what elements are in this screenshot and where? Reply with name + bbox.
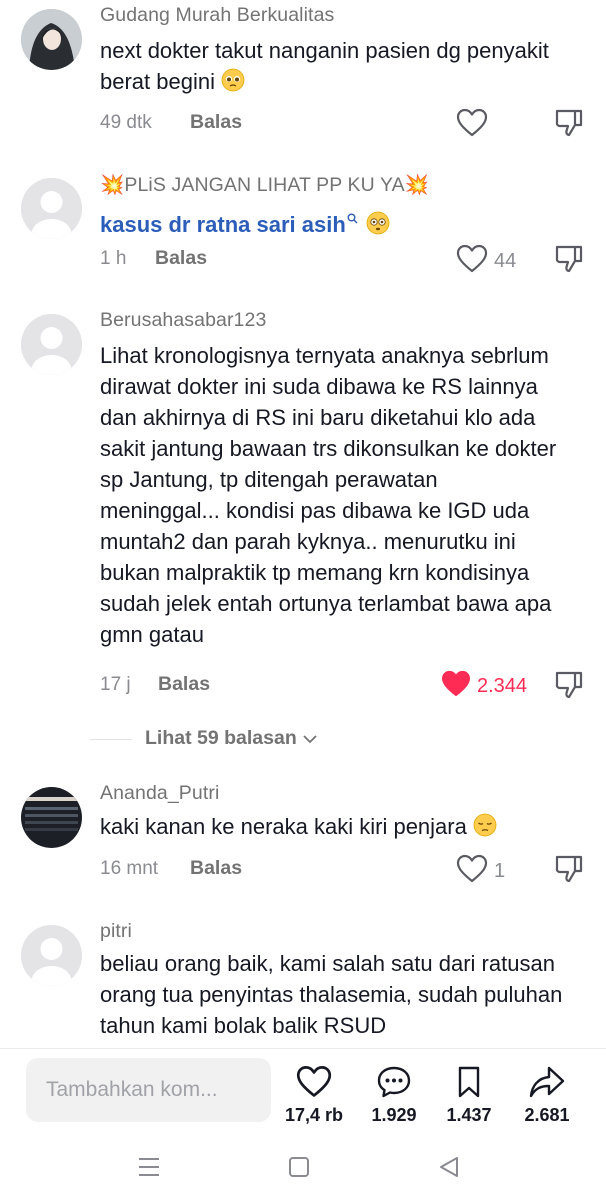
like-button[interactable]: 1 xyxy=(456,854,505,889)
comment-text-content[interactable]: kasus dr ratna sari asih xyxy=(100,212,346,237)
bookmark-icon xyxy=(434,1065,504,1099)
comment-text: beliau orang baik, kami salah satu dari … xyxy=(100,951,563,1038)
heart-icon xyxy=(279,1065,349,1099)
heart-outline-icon xyxy=(456,854,488,889)
dislike-button[interactable] xyxy=(553,669,585,706)
share-count: 2.681 xyxy=(524,1105,570,1125)
comment-input[interactable]: Tambahkan kom... xyxy=(26,1058,271,1122)
avatar[interactable] xyxy=(21,925,82,986)
comment-text: Lihat kronologisnya ternyata anaknya seb… xyxy=(100,343,557,647)
pensive-face-emoji-icon xyxy=(473,813,497,845)
comment-username[interactable]: Ananda_Putri xyxy=(100,782,219,805)
chevron-down-icon xyxy=(303,727,317,750)
search-icon[interactable] xyxy=(347,201,358,232)
thumbs-down-icon xyxy=(553,855,585,889)
heart-filled-icon xyxy=(441,670,471,703)
comment-text-content: kaki kanan ke neraka kaki kiri penjara xyxy=(100,814,467,839)
heart-outline-icon xyxy=(456,244,488,279)
thumbs-down-icon xyxy=(553,109,585,143)
comment-time: 1 h xyxy=(100,248,127,269)
view-replies-label[interactable]: Lihat 59 balasan xyxy=(145,727,317,750)
bookmark-button[interactable]: 1.437 xyxy=(434,1065,504,1126)
system-navigation-bar xyxy=(0,1140,606,1200)
thumbs-down-icon xyxy=(553,245,585,279)
avatar[interactable] xyxy=(21,314,82,375)
like-video-count: 17,4 rb xyxy=(284,1105,344,1125)
like-count: 44 xyxy=(494,250,517,272)
reply-button[interactable]: Balas xyxy=(190,111,242,134)
comment-username[interactable]: Berusahasabar123 xyxy=(100,309,266,332)
view-replies-text: Lihat 59 balasan xyxy=(145,727,297,749)
like-button[interactable] xyxy=(456,108,494,143)
comment-text-content: next dokter takut nanganin pasien dg pen… xyxy=(100,38,549,94)
comment-text: next dokter takut nanganin pasien dg pen… xyxy=(100,35,586,100)
avatar[interactable] xyxy=(21,9,82,70)
thumbs-down-icon xyxy=(553,671,585,705)
menu-icon[interactable] xyxy=(137,1156,161,1183)
comments-count: 1.929 xyxy=(371,1105,417,1125)
comment-username[interactable]: 💥PLiS JANGAN LIHAT PP KU YA💥 xyxy=(100,173,429,197)
comment-text: kasus dr ratna sari asih xyxy=(100,201,586,243)
share-icon xyxy=(512,1065,582,1099)
reply-button[interactable]: Balas xyxy=(190,857,242,880)
reply-button[interactable]: Balas xyxy=(158,673,210,696)
pleading-face-emoji-icon xyxy=(221,68,245,100)
like-count: 2.344 xyxy=(477,675,528,697)
comment-time: 17 j xyxy=(100,674,131,695)
flushed-face-emoji-icon xyxy=(366,211,390,243)
comment-time: 16 mnt xyxy=(100,858,159,879)
like-button[interactable]: 44 xyxy=(456,244,516,279)
reply-button[interactable]: Balas xyxy=(155,247,207,270)
dislike-button[interactable] xyxy=(553,853,585,890)
view-replies-button[interactable]: Lihat 59 balasan xyxy=(0,725,606,755)
comment-username[interactable]: Gudang Murah Berkualitas xyxy=(100,4,334,27)
dislike-button[interactable] xyxy=(553,107,585,144)
avatar[interactable] xyxy=(21,787,82,848)
share-button[interactable]: 2.681 xyxy=(512,1065,582,1126)
bottom-action-bar: Tambahkan kom... 17,4 rb 1.929 1.437 2.6… xyxy=(0,1048,606,1141)
divider xyxy=(90,739,132,740)
dislike-button[interactable] xyxy=(553,243,585,280)
comment-username[interactable]: pitri xyxy=(100,920,132,943)
back-icon[interactable] xyxy=(437,1156,461,1183)
comments-button[interactable]: 1.929 xyxy=(359,1065,429,1126)
bookmark-count: 1.437 xyxy=(446,1105,492,1125)
home-icon[interactable] xyxy=(287,1156,311,1183)
message-icon xyxy=(359,1065,429,1099)
like-video-button[interactable]: 17,4 rb xyxy=(279,1065,349,1126)
comment-text: kaki kanan ke neraka kaki kiri penjara xyxy=(100,811,586,845)
like-button[interactable]: 2.344 xyxy=(441,670,527,703)
heart-outline-icon xyxy=(456,108,488,143)
comment-time: 49 dtk xyxy=(100,112,152,133)
avatar[interactable] xyxy=(21,178,82,239)
like-count: 1 xyxy=(494,860,506,882)
